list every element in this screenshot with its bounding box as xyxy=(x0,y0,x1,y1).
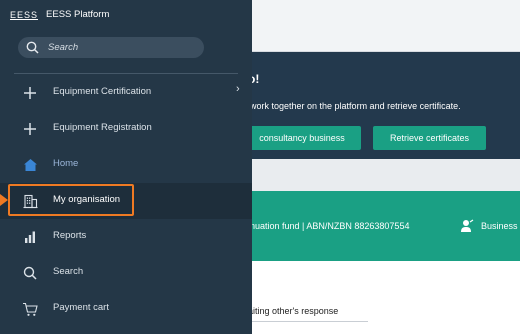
sidebar-divider xyxy=(14,73,238,74)
home-icon xyxy=(22,157,38,173)
eess-logo: EESS xyxy=(10,9,39,20)
organisation-details: nuation fund | ABN/NZBN 88263807554 xyxy=(250,221,410,231)
search-input[interactable] xyxy=(48,42,188,53)
sidebar-item-my-organisation[interactable]: My organisation xyxy=(0,183,252,219)
consultancy-business-button[interactable]: consultancy business xyxy=(243,126,361,150)
sidebar-item-label: Search xyxy=(53,266,84,277)
search-icon xyxy=(22,265,38,281)
plus-icon xyxy=(22,85,38,101)
callout-arrow xyxy=(0,194,8,206)
sidebar-item-label: Equipment Certification xyxy=(53,86,152,97)
chevron-right-icon: › xyxy=(236,83,240,95)
welcome-description: work together on the platform and retrie… xyxy=(250,101,461,111)
sidebar-item-equipment-certification[interactable]: Equipment Certification › xyxy=(0,75,252,111)
business-label: Business xyxy=(481,221,518,231)
search-icon xyxy=(26,41,39,54)
cart-icon xyxy=(22,301,38,317)
sidebar-item-search[interactable]: Search xyxy=(0,255,252,291)
brand-name: EESS Platform xyxy=(46,9,110,20)
sidebar-item-label: Payment cart xyxy=(53,302,109,313)
app-screen: o! work together on the platform and ret… xyxy=(0,0,520,334)
brand[interactable]: EESS EESS Platform xyxy=(10,9,109,20)
bar-chart-icon xyxy=(22,229,38,245)
plus-icon xyxy=(22,121,38,137)
sidebar-item-home[interactable]: Home xyxy=(0,147,252,183)
sidebar-item-equipment-registration[interactable]: Equipment Registration xyxy=(0,111,252,147)
tab-awaiting-response[interactable]: aiting other's response xyxy=(248,306,338,316)
business-user-icon xyxy=(461,219,474,232)
sidebar-item-reports[interactable]: Reports xyxy=(0,219,252,255)
sidebar: EESS EESS Platform Equipment Certificati… xyxy=(0,0,252,334)
sidebar-item-label: Equipment Registration xyxy=(53,122,152,133)
sidebar-item-label: Reports xyxy=(53,230,87,241)
sidebar-item-label: Home xyxy=(53,158,79,169)
retrieve-certificates-button[interactable]: Retrieve certificates xyxy=(373,126,486,150)
sidebar-item-label: My organisation xyxy=(53,194,121,205)
sidebar-search[interactable] xyxy=(18,37,204,58)
sidebar-item-payment-cart[interactable]: Payment cart xyxy=(0,291,252,327)
tab-underline xyxy=(248,321,368,322)
building-icon xyxy=(22,193,38,209)
